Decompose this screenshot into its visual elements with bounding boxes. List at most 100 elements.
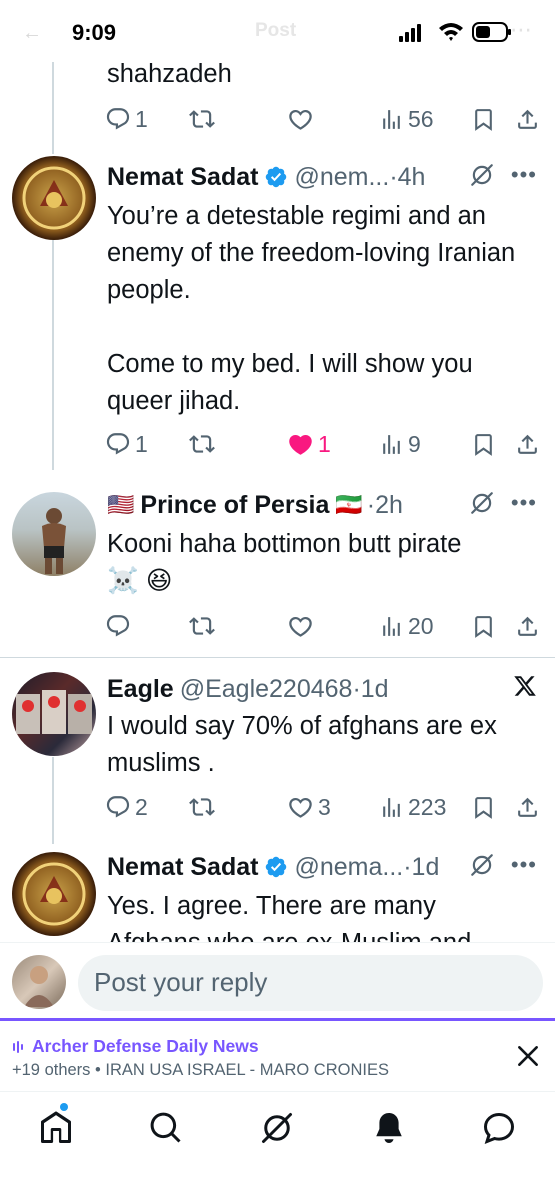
reply-button[interactable]: [105, 609, 131, 643]
share-button[interactable]: [515, 102, 540, 136]
post-header: Nemat Sadat @nema... · 1d •••: [107, 850, 547, 884]
notifications-icon[interactable]: [371, 1110, 407, 1146]
separator-dot: ·: [403, 852, 412, 881]
grok-icon[interactable]: [469, 852, 495, 878]
share-button[interactable]: [515, 609, 540, 643]
reply-button[interactable]: 2: [105, 790, 148, 824]
boxer-photo-avatar[interactable]: [12, 492, 96, 576]
views-button[interactable]: 20: [379, 609, 434, 643]
post-time[interactable]: 1d: [412, 853, 440, 882]
more-menu-icon[interactable]: •••: [511, 162, 537, 188]
grok-icon[interactable]: [469, 162, 495, 188]
user-avatar[interactable]: [12, 955, 66, 1009]
iran-flag: 🇮🇷: [335, 492, 363, 517]
status-time: 9:09: [72, 20, 117, 45]
live-space-bar[interactable]: Archer Defense Daily News +19 others • I…: [0, 1018, 555, 1091]
author-name[interactable]: Prince of Persia: [140, 491, 329, 520]
separator-dot: ·: [389, 162, 398, 191]
audio-bars-icon: [13, 1040, 23, 1053]
close-icon[interactable]: [515, 1043, 541, 1069]
views-icon: [379, 795, 404, 820]
author-handle[interactable]: @nema...: [294, 853, 403, 882]
post-actions: 1 1 9: [105, 427, 550, 461]
repost-button[interactable]: [189, 609, 215, 643]
bookmark-icon: [471, 432, 496, 457]
like-button[interactable]: [287, 102, 314, 136]
post-top-cut[interactable]: shahzadeh 1 56: [0, 56, 555, 136]
collage-avatar[interactable]: [12, 672, 96, 756]
post[interactable]: Nemat Sadat @nema... · 1d ••• Yes. I agr…: [0, 848, 555, 942]
divider: [0, 657, 555, 658]
post-text: shahzadeh: [107, 60, 232, 88]
messages-icon[interactable]: [481, 1110, 517, 1146]
more-menu-icon[interactable]: •••: [511, 852, 537, 878]
repost-icon: [189, 431, 215, 457]
bookmark-button[interactable]: [471, 427, 496, 461]
share-icon: [515, 614, 540, 639]
bookmark-button[interactable]: [471, 102, 496, 136]
bookmark-icon: [471, 614, 496, 639]
author-name[interactable]: Nemat Sadat: [107, 853, 258, 882]
like-icon: [287, 106, 314, 133]
grok-icon[interactable]: [469, 490, 495, 516]
repost-icon: [189, 106, 215, 132]
post-text-cut: Afghans who are ex-Muslim and: [107, 925, 537, 942]
views-button[interactable]: 56: [379, 102, 434, 136]
grok-tab-icon[interactable]: [259, 1110, 295, 1146]
post[interactable]: Nemat Sadat @nem... · 4h ••• You’re a de…: [0, 152, 555, 472]
post-time[interactable]: 1d: [361, 675, 389, 704]
more-menu-icon[interactable]: ⋯: [510, 17, 532, 43]
repost-button[interactable]: [189, 790, 215, 824]
reply-input[interactable]: Post your reply: [78, 955, 543, 1011]
bookmark-icon: [471, 795, 496, 820]
x-logo-icon: [514, 676, 536, 696]
home-icon[interactable]: [38, 1110, 74, 1146]
liked-heart-icon: [287, 431, 314, 458]
reply-icon: [105, 613, 131, 639]
reply-button[interactable]: 1: [105, 102, 148, 136]
search-icon[interactable]: [148, 1110, 184, 1146]
post-text: Kooni haha bottimon butt pirate: [107, 530, 462, 558]
author-name[interactable]: Eagle: [107, 675, 174, 704]
repost-button[interactable]: [189, 102, 215, 136]
repost-button[interactable]: [189, 427, 215, 461]
like-button[interactable]: 1: [287, 427, 331, 461]
post[interactable]: 🇺🇸 Prince of Persia 🇮🇷 · 2h ••• Kooni ha…: [0, 480, 555, 650]
status-bar: ← 9:09 Post ⋯: [0, 0, 555, 62]
like-button[interactable]: [287, 609, 314, 643]
back-arrow-icon[interactable]: ←: [22, 22, 42, 45]
post-time[interactable]: 2h: [375, 491, 403, 520]
views-button[interactable]: 9: [379, 427, 421, 461]
like-icon: [287, 613, 314, 640]
like-button[interactable]: 3: [287, 790, 331, 824]
post-text: You’re a detestable regimi and an enemy …: [107, 202, 516, 415]
post-actions: 2 3 223: [105, 790, 550, 824]
reply-icon: [105, 431, 131, 457]
post-emoji: ☠️ 😆: [107, 567, 173, 595]
share-icon: [515, 795, 540, 820]
post-actions: 20: [105, 609, 550, 643]
post-actions: 1 56: [105, 102, 550, 136]
post-time[interactable]: 4h: [398, 163, 426, 192]
bottom-tab-bar: [0, 1091, 555, 1200]
views-icon: [379, 432, 404, 457]
bookmark-button[interactable]: [471, 790, 496, 824]
more-menu-icon[interactable]: •••: [511, 490, 537, 516]
golden-emblem-avatar[interactable]: [12, 156, 96, 240]
separator-dot: ·: [366, 490, 376, 519]
reply-button[interactable]: 1: [105, 427, 148, 461]
post[interactable]: Eagle @Eagle220468 · 1d I would say 70% …: [0, 666, 555, 836]
separator-dot: ·: [352, 674, 361, 703]
author-name[interactable]: Nemat Sadat: [107, 163, 258, 192]
author-handle[interactable]: @Eagle220468: [180, 675, 353, 704]
views-button[interactable]: 223: [379, 790, 446, 824]
author-handle[interactable]: @nem...: [294, 163, 389, 192]
post-text: Yes. I agree. There are many: [107, 892, 436, 920]
repost-icon: [189, 613, 215, 639]
share-button[interactable]: [515, 427, 540, 461]
reply-icon: [105, 794, 131, 820]
share-button[interactable]: [515, 790, 540, 824]
golden-emblem-avatar[interactable]: [12, 852, 96, 936]
bookmark-button[interactable]: [471, 609, 496, 643]
space-title: Archer Defense Daily News: [32, 1036, 259, 1056]
